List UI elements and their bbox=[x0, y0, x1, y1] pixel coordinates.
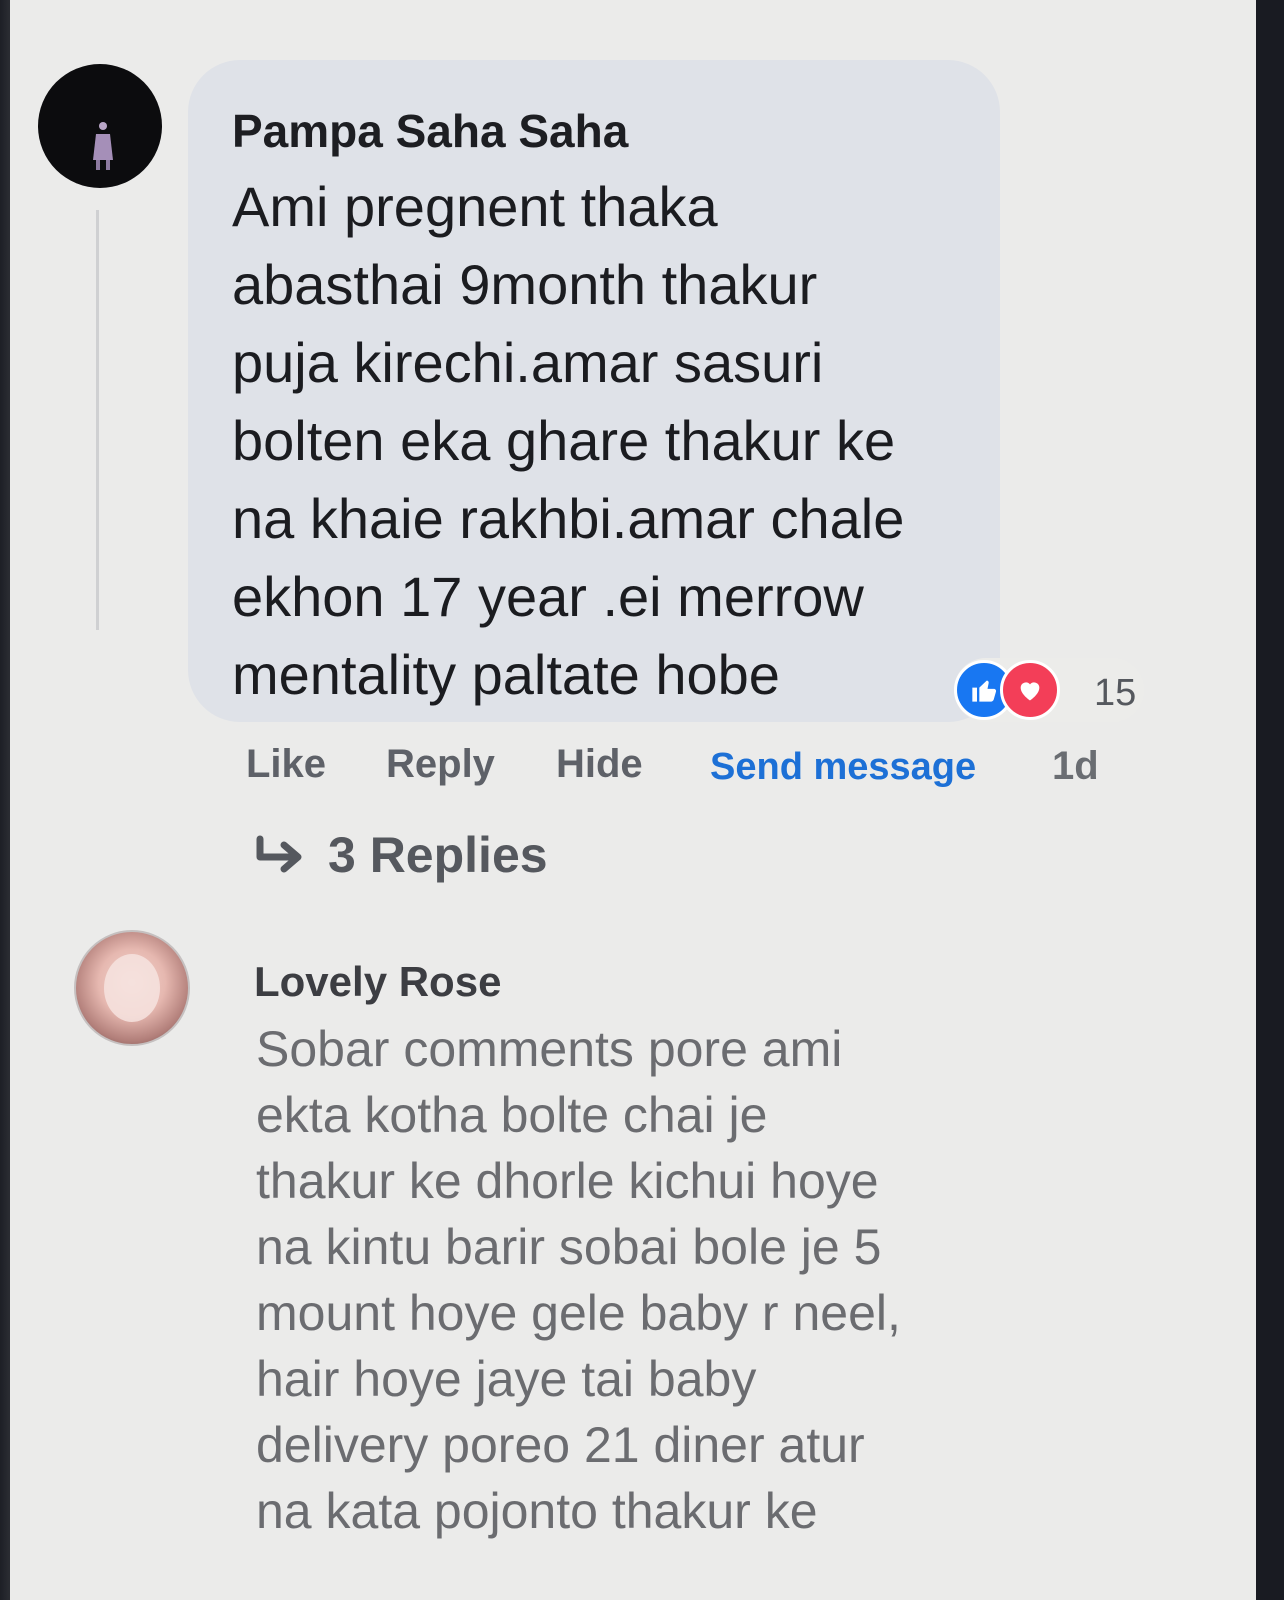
reply-arrow-icon bbox=[256, 835, 302, 873]
monitor-bezel-left bbox=[0, 0, 10, 1600]
reply-button[interactable]: Reply bbox=[386, 742, 495, 787]
hide-button[interactable]: Hide bbox=[556, 742, 643, 787]
comment-timestamp[interactable]: 1d bbox=[1052, 744, 1099, 789]
reaction-summary[interactable]: 15 bbox=[954, 658, 1144, 722]
comment-text: Sobar comments pore ami ekta kotha bolte… bbox=[256, 1021, 901, 1539]
avatar[interactable] bbox=[38, 64, 162, 188]
comment-text: Ami pregnent thaka abasthai 9month thaku… bbox=[232, 175, 905, 706]
comments-screen: Pampa Saha Saha Ami pregnent thaka abast… bbox=[0, 0, 1256, 1600]
avatar-face bbox=[104, 954, 160, 1022]
avatar[interactable] bbox=[74, 930, 190, 1046]
thread-connector-line bbox=[96, 210, 99, 630]
avatar-figure-icon bbox=[93, 122, 113, 170]
screen-edge-fade bbox=[0, 1540, 1256, 1600]
comment-author[interactable]: Lovely Rose bbox=[254, 958, 501, 1006]
love-icon bbox=[1000, 660, 1060, 720]
send-message-button[interactable]: Send message bbox=[710, 746, 976, 789]
comment-author[interactable]: Pampa Saha Saha bbox=[232, 104, 628, 158]
reaction-count: 15 bbox=[1094, 672, 1137, 714]
monitor-bezel-right bbox=[1256, 0, 1284, 1600]
replies-count-label: 3 Replies bbox=[328, 827, 548, 883]
like-button[interactable]: Like bbox=[246, 742, 326, 787]
view-replies-link[interactable]: 3 Replies bbox=[254, 826, 548, 884]
